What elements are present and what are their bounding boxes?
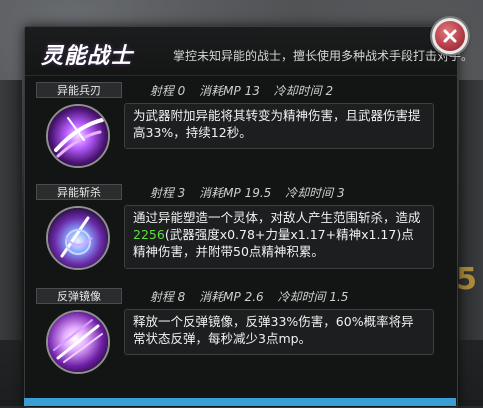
skill-row-3: 反弹镜像 射程 8 消耗MP 2.6 冷却时间 1.5 释放一个反弹镜像，反弹3… [36,288,434,382]
skill-stats: 射程 8 消耗MP 2.6 冷却时间 1.5 [124,288,434,306]
skill-name: 异能兵刃 [36,82,122,98]
range-value: 0 [177,84,186,98]
mp-value: 2.6 [244,290,264,304]
background-left-panel [0,80,22,340]
spirit-execution-icon [46,206,110,270]
class-title: 灵能战士 [41,44,134,69]
panel-header: 灵能战士 掌控未知异能的战士，擅长使用多种战术手段打击对手。 [25,27,473,76]
skill-name: 反弹镜像 [36,288,122,304]
skill-stats: 射程 3 消耗MP 19.5 冷却时间 3 [124,184,434,202]
skill-row-2: 异能斩杀 射程 3 消耗MP 19.5 冷却时间 3 通过异能塑造一个灵体，对敌… [36,184,434,278]
class-subtitle: 掌控未知异能的战士，擅长使用多种战术手段打击对手。 [173,49,474,63]
damage-value-highlight: 2256 [133,227,165,242]
cooldown-value: 3 [336,186,345,200]
skill-description: 通过异能塑造一个灵体，对敌人产生范围斩杀，造成 2256(武器强度x0.78+力量… [124,205,434,269]
skill-description-text: 释放一个反弹镜像，反弹33%伤害，60%概率将异常状态反弹，每秒减少3点mp。 [133,314,414,346]
skill-stats: 射程 0 消耗MP 13 冷却时间 2 [124,82,434,100]
cooldown-value: 1.5 [329,290,349,304]
mp-label: 消耗MP [199,290,241,304]
skill-icon-box[interactable]: 异能斩杀 [36,184,122,270]
skill-description-text: 为武器附加异能将其转变为精神伤害，且武器伤害提高33%，持续12秒。 [133,108,421,140]
range-label: 射程 [149,186,174,200]
range-label: 射程 [149,290,174,304]
skill-description-text: 通过异能塑造一个灵体，对敌人产生范围斩杀，造成 [133,210,421,225]
mp-value: 13 [244,84,260,98]
skill-description: 为武器附加异能将其转变为精神伤害，且武器伤害提高33%，持续12秒。 [124,103,434,149]
cooldown-label: 冷却时间 [277,290,326,304]
close-button[interactable] [432,18,468,54]
range-value: 8 [177,290,186,304]
skill-description-formula: (武器强度x0.78+力量x1.17+精神x1.17)点精神伤害，并附带50点精… [133,227,414,259]
skill-icon-box[interactable]: 反弹镜像 [36,288,122,374]
purple-blade-slash-icon [46,104,110,168]
bottom-action-bar [24,398,456,406]
range-label: 射程 [149,84,174,98]
skill-row-1: 异能兵刃 射程 0 消耗MP 13 冷却时间 2 为武器附加异能将其转变为精神伤… [36,82,434,174]
skill-description: 释放一个反弹镜像，反弹33%伤害，60%概率将异常状态反弹，每秒减少3点mp。 [124,309,434,355]
skill-name: 异能斩杀 [36,184,122,200]
close-icon [443,29,457,43]
background-number: 5 [456,262,477,297]
range-value: 3 [177,186,186,200]
mp-value: 19.5 [244,186,272,200]
mp-label: 消耗MP [199,84,241,98]
background-right-panel [459,80,483,340]
cooldown-label: 冷却时间 [285,186,334,200]
mp-label: 消耗MP [199,186,241,200]
cooldown-label: 冷却时间 [273,84,322,98]
reflect-mirror-icon [46,310,110,374]
cooldown-value: 2 [325,84,334,98]
skill-icon-box[interactable]: 异能兵刃 [36,82,122,168]
